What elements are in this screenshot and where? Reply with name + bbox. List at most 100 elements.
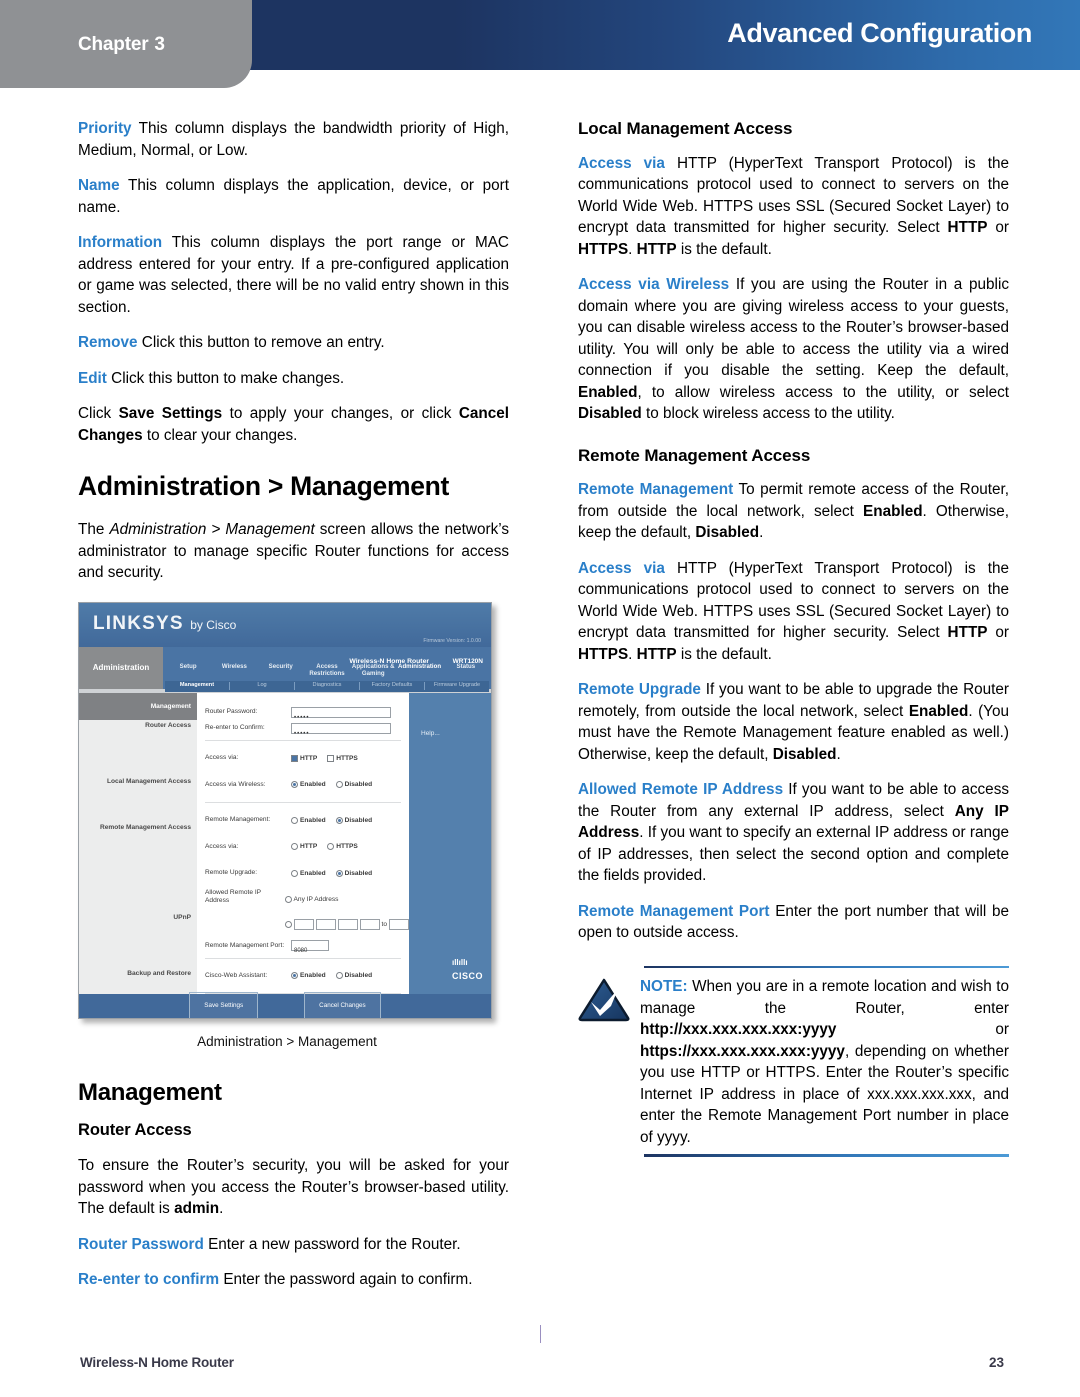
radio-remote-enabled-dot[interactable] <box>291 816 298 824</box>
save-mid: to apply your changes, or click <box>222 405 459 422</box>
radio-remote-https-label: HTTPS <box>336 843 358 851</box>
form-divider <box>205 957 401 959</box>
note-t2: or <box>836 1021 1009 1038</box>
text-edit: Click this button to make changes. <box>111 369 345 387</box>
radio-any-ip-dot[interactable] <box>284 896 292 904</box>
access-via-local-t4: is the default. <box>676 240 772 258</box>
cisco-wordmark: CISCO <box>451 971 483 982</box>
section-heading-administration-management: Administration > Management <box>78 471 450 501</box>
input-router-password[interactable]: ••••• <box>291 706 391 721</box>
input-remote-management-port[interactable]: 8080 <box>291 940 329 954</box>
label-access-wireless: Access via Wireless: <box>205 780 266 788</box>
field-allowed-remote-ip: Allowed Remote IP Address Any IP Address… <box>197 887 409 938</box>
access-via-remote-b1: HTTP <box>947 624 988 641</box>
field-remote-management: Remote Management: Enabled Disabled <box>197 807 409 834</box>
cisco-bars-icon: ıllıllı <box>451 958 468 968</box>
label-remote-upgrade: Remote Upgrade: <box>205 869 258 877</box>
radio-upgrade-enabled[interactable]: Enabled <box>291 863 326 885</box>
ip-octet-end[interactable] <box>389 918 409 930</box>
radio-upgrade-disabled[interactable]: Disabled <box>335 863 373 885</box>
radio-wireless-enabled-dot[interactable] <box>291 781 298 789</box>
radio-upgrade-enabled-dot[interactable] <box>291 869 298 877</box>
field-remote-management-port: Remote Management Port: 8080 <box>197 938 409 954</box>
sidebar-item-management: Management <box>79 692 197 721</box>
chapter-tab: Chapter 3 <box>0 0 252 88</box>
radio-assistant-enabled[interactable]: Enabled <box>291 965 326 987</box>
term-remove: Remove <box>78 334 138 351</box>
radio-remote-https[interactable]: HTTPS <box>327 836 358 858</box>
remote-mgmt-b2: Disabled <box>695 524 760 541</box>
radio-upgrade-disabled-label: Disabled <box>344 869 373 877</box>
radio-assistant-disabled[interactable]: Disabled <box>335 965 373 987</box>
field-access-via-local: Access via: HTTP HTTPS <box>197 745 409 772</box>
text-name: This column displays the application, de… <box>78 177 509 216</box>
remote-upgrade-b1: Enabled <box>908 702 969 720</box>
note-callout: NOTE: When you are in a remote location … <box>578 965 1009 1157</box>
label-remote-access-via: Access via: <box>205 842 239 850</box>
radio-remote-disabled[interactable]: Disabled <box>335 810 372 832</box>
intro-pre: The <box>78 521 110 539</box>
access-wireless-t2: , to allow wireless access to the utilit… <box>637 383 1010 401</box>
chapter-word: Chapter <box>78 34 149 55</box>
radio-remote-http-label: HTTP <box>300 843 318 851</box>
radio-wireless-enabled[interactable]: Enabled <box>291 774 326 796</box>
radio-remote-enabled[interactable]: Enabled <box>291 810 326 832</box>
radio-assistant-disabled-dot[interactable] <box>335 972 343 980</box>
figure-administration-management: LINKSYS by Cisco Firmware Version: 1.0.0… <box>78 601 496 1053</box>
radio-wireless-disabled[interactable]: Disabled <box>335 774 372 796</box>
note-label: NOTE: <box>640 978 688 995</box>
ip-octet-4[interactable] <box>359 918 380 930</box>
checkbox-http-box[interactable] <box>291 754 298 762</box>
term-edit: Edit <box>78 369 107 387</box>
access-via-local-t3: . <box>628 240 637 258</box>
term-name: Name <box>78 177 120 194</box>
text-priority: This column displays the bandwidth prior… <box>78 120 509 159</box>
ip-octet-2[interactable] <box>315 918 336 930</box>
access-via-local-b1: HTTP <box>947 219 988 236</box>
term-information: Information <box>78 234 163 251</box>
radio-remote-enabled-label: Enabled <box>300 816 326 824</box>
radio-assistant-disabled-label: Disabled <box>344 972 373 980</box>
cancel-changes-button[interactable]: Cancel Changes <box>304 991 381 1018</box>
radio-ip-range-dot[interactable] <box>284 920 292 928</box>
radio-upgrade-disabled-dot[interactable] <box>335 869 343 877</box>
save-settings-button[interactable]: Save Settings <box>189 991 259 1018</box>
checkbox-https-box[interactable] <box>327 754 335 762</box>
radio-remote-http-dot[interactable] <box>291 843 298 851</box>
access-wireless-b2: Disabled <box>578 405 642 422</box>
label-allowed-remote-ip: Allowed Remote IP Address <box>205 889 261 905</box>
paragraph-name: Name This column displays the applicatio… <box>78 175 509 218</box>
access-wireless-t3: to block wireless access to the utility. <box>641 405 895 422</box>
page-footer: Wireless-N Home Router 23 <box>0 1325 1080 1397</box>
paragraph-access-via-local: Access via HTTP (HyperText Transport Pro… <box>578 153 1009 261</box>
input-reenter-confirm[interactable]: ••••• <box>291 722 391 737</box>
access-via-local-t2: or <box>987 219 1009 236</box>
term-allowed-remote-ip: Allowed Remote IP Address <box>578 781 784 798</box>
radio-any-ip[interactable]: Any IP Address <box>284 889 400 911</box>
term-access-via-wireless: Access via Wireless <box>578 276 730 293</box>
paragraph-edit: Edit Click this button to make changes. <box>78 368 509 390</box>
radio-remote-https-dot[interactable] <box>327 843 335 851</box>
checkbox-http[interactable]: HTTP <box>291 748 317 770</box>
router-ui-subtabs[interactable]: Management Log Diagnostics Factory Defau… <box>165 680 489 692</box>
paragraph-router-access: To ensure the Router’s security, you wil… <box>78 1155 509 1220</box>
router-ui-body: Management Router Access Local Managemen… <box>79 692 491 1018</box>
router-ui-help-panel: Help... ıllıllı CISCO <box>409 692 491 994</box>
sidebar-item-remote-management-access: Remote Management Access <box>99 824 191 832</box>
ip-octet-1[interactable] <box>293 918 314 930</box>
save-post: to clear your changes. <box>142 426 298 444</box>
checkbox-https[interactable]: HTTPS <box>327 748 358 770</box>
sidebar-item-local-management-access: Local Management Access <box>106 778 191 786</box>
form-divider <box>205 802 401 804</box>
radio-assistant-enabled-dot[interactable] <box>291 972 298 980</box>
radio-remote-http[interactable]: HTTP <box>291 836 317 858</box>
radio-remote-disabled-dot[interactable] <box>335 816 343 824</box>
radio-wireless-disabled-dot[interactable] <box>335 781 343 789</box>
router-ui-header: LINKSYS by Cisco Firmware Version: 1.0.0… <box>79 602 491 647</box>
remote-mgmt-b1: Enabled <box>863 502 923 520</box>
ip-octet-3[interactable] <box>337 918 358 930</box>
remote-upgrade-t3: . <box>836 745 841 763</box>
help-link[interactable]: Help... <box>409 693 491 745</box>
router-access-admin: admin <box>174 1200 220 1218</box>
allowed-ip-t2: . If you want to specify an external IP … <box>578 824 1009 884</box>
